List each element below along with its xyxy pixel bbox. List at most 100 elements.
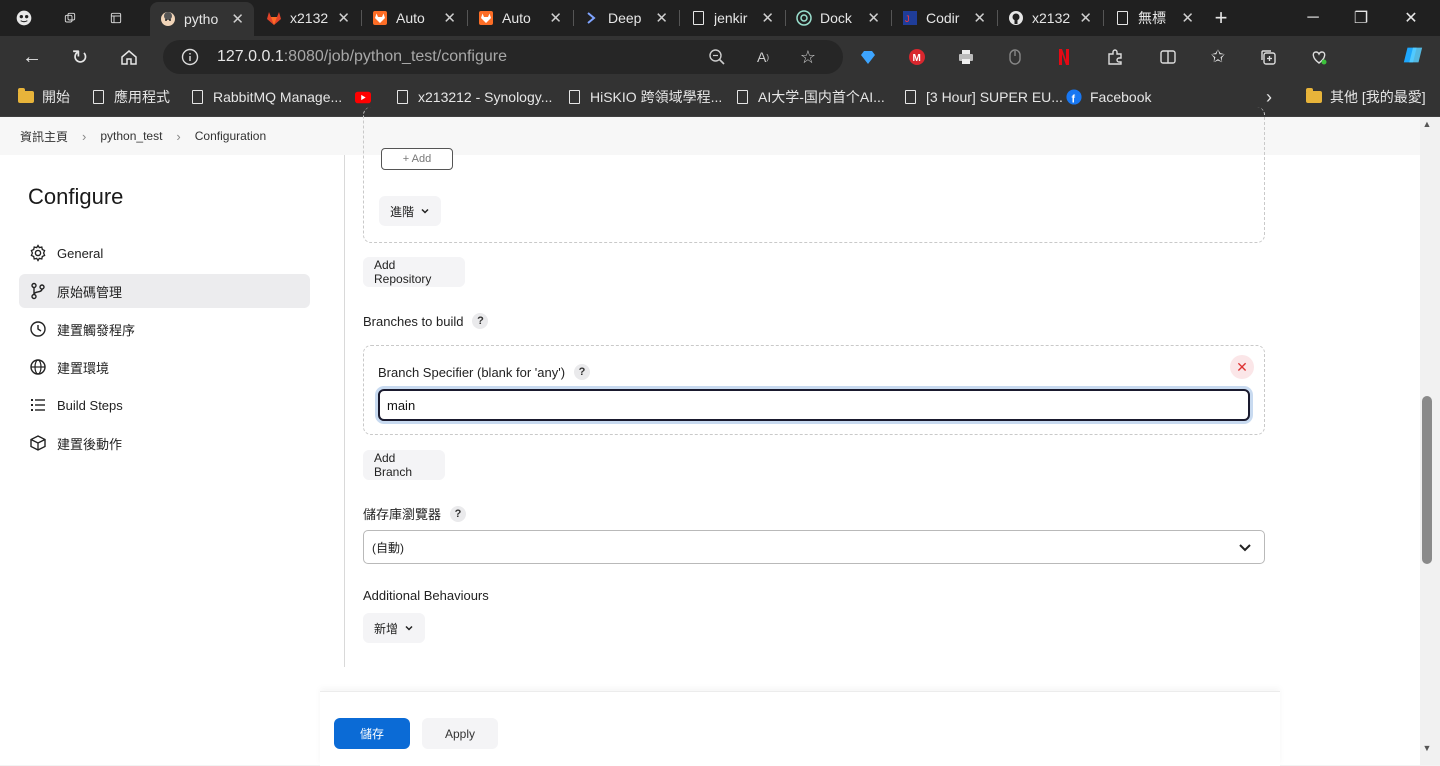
repo-browser-text: 儲存庫瀏覽器 [363, 507, 442, 522]
scroll-down-icon[interactable]: ▼ [1421, 743, 1433, 753]
bookmark-item[interactable]: RabbitMQ Manage... [189, 87, 342, 107]
apply-button[interactable]: Apply [422, 718, 498, 749]
deepl-icon [584, 10, 600, 26]
printer-extension-icon[interactable] [955, 46, 977, 68]
sidebar-item-label: 建置環境 [57, 360, 110, 376]
repo-browser-select[interactable]: (自動) [363, 530, 1265, 564]
save-button[interactable]: 儲存 [334, 718, 410, 749]
zoom-icon[interactable] [706, 46, 728, 68]
back-icon[interactable]: ← [16, 41, 48, 73]
favorite-star-icon[interactable]: ☆ [797, 46, 819, 68]
sidebar-item-source-code[interactable]: 原始碼管理 [19, 274, 310, 308]
browser-tab[interactable]: jenkir ✕ [680, 4, 784, 32]
browser-tab[interactable]: J Codir ✕ [892, 4, 996, 32]
breadcrumb-configuration[interactable]: Configuration [195, 129, 266, 143]
jenkins-page: 資訊主頁 › python_test › Configuration Confi… [0, 107, 1440, 766]
add-behaviour-button[interactable]: 新增 [363, 613, 425, 643]
help-icon[interactable]: ? [472, 313, 489, 329]
restore-icon[interactable]: ❐ [1338, 0, 1384, 36]
tab-actions-icon[interactable] [100, 4, 132, 32]
help-icon[interactable]: ? [574, 364, 591, 380]
profile-avatar-icon[interactable] [6, 4, 42, 32]
workspaces-icon[interactable] [54, 4, 86, 32]
add-repository-button[interactable]: Add Repository [363, 257, 465, 287]
close-tab-icon[interactable]: ✕ [337, 9, 350, 27]
add-branch-button[interactable]: Add Branch [363, 450, 445, 480]
sidebar-item-build-triggers[interactable]: 建置觸發程序 [19, 312, 310, 346]
browser-tab[interactable]: x2132 ✕ [998, 4, 1102, 32]
sidebar-item-post-build-actions[interactable]: 建置後動作 [19, 426, 310, 460]
extensions-puzzle-icon[interactable] [1104, 46, 1126, 68]
mouse-extension-icon[interactable] [1004, 46, 1026, 68]
bookmark-item[interactable]: HiSKIO 跨領域學程... [566, 87, 722, 107]
branch-specifier-input[interactable] [378, 389, 1250, 421]
bookmark-item[interactable]: 應用程式 [90, 87, 170, 107]
split-screen-icon[interactable] [1157, 46, 1179, 68]
browser-tab[interactable]: Deep ✕ [574, 4, 678, 32]
browser-toolbar: ← ↻ 127.0.0.1:8080/job/python_test/confi… [0, 36, 1440, 78]
browser-tab[interactable]: pytho ✕ [150, 2, 254, 36]
advanced-button[interactable]: 進階 [379, 196, 441, 226]
close-tab-icon[interactable]: ✕ [443, 9, 456, 27]
browser-tab[interactable]: x2132 ✕ [256, 4, 360, 32]
close-window-icon[interactable]: ✕ [1388, 0, 1434, 36]
close-tab-icon[interactable]: ✕ [1079, 9, 1092, 27]
browser-tab[interactable]: 無標 ✕ [1104, 4, 1204, 32]
browser-tab[interactable]: Dock ✕ [786, 4, 890, 32]
bookmark-item[interactable]: [3 Hour] SUPER EU... [902, 87, 1063, 107]
face-favicon-icon [160, 11, 176, 27]
breadcrumb-chevron-icon: › [176, 128, 181, 144]
help-icon[interactable]: ? [450, 505, 467, 522]
svg-text:J: J [905, 14, 910, 24]
reload-icon[interactable]: ↻ [64, 41, 96, 73]
sidebar-item-build-environment[interactable]: 建置環境 [19, 350, 310, 384]
browser-essentials-icon[interactable] [1308, 46, 1330, 68]
scroll-up-icon[interactable]: ▲ [1421, 119, 1433, 129]
minimize-icon[interactable]: ─ [1290, 0, 1336, 36]
read-aloud-icon[interactable]: A) [752, 46, 774, 68]
breadcrumb-job[interactable]: python_test [100, 129, 162, 143]
document-icon [690, 10, 706, 26]
copilot-icon[interactable] [1402, 44, 1424, 66]
favorites-icon[interactable]: ✩ [1207, 46, 1229, 68]
address-bar[interactable]: 127.0.0.1:8080/job/python_test/configure… [163, 40, 843, 74]
add-credentials-button[interactable]: + Add [381, 148, 453, 170]
bookmark-item[interactable]: AI大学-国内首个AI... [734, 87, 885, 107]
tab-title: Codir [926, 10, 960, 26]
more-bookmarks-chevron-icon[interactable]: › [1266, 87, 1272, 107]
home-icon[interactable] [113, 41, 145, 73]
close-tab-icon[interactable]: ✕ [867, 9, 880, 27]
page-icon [566, 89, 582, 105]
netflix-extension-icon[interactable] [1053, 46, 1075, 68]
browser-tab[interactable]: Auto ✕ [362, 4, 466, 32]
breadcrumb-dashboard[interactable]: 資訊主頁 [20, 128, 68, 145]
bookmark-item[interactable]: 開始 [18, 87, 70, 107]
chevron-down-icon [1239, 544, 1251, 552]
sidebar-item-general[interactable]: General [19, 236, 310, 270]
close-tab-icon[interactable]: ✕ [761, 9, 774, 27]
close-tab-icon[interactable]: ✕ [1181, 9, 1194, 27]
tab-title: Auto [396, 10, 425, 26]
bookmark-item[interactable]: f Facebook [1066, 87, 1151, 107]
gear-icon [29, 244, 47, 262]
bookmark-item[interactable] [355, 87, 379, 107]
close-tab-icon[interactable]: ✕ [973, 9, 986, 27]
collections-icon[interactable] [1257, 46, 1279, 68]
close-tab-icon[interactable]: ✕ [549, 9, 562, 27]
site-info-icon[interactable] [179, 46, 201, 68]
new-tab-icon[interactable]: + [1206, 4, 1236, 32]
mega-extension-icon[interactable]: M [906, 46, 928, 68]
tab-title: Dock [820, 10, 852, 26]
close-tab-icon[interactable]: ✕ [231, 10, 244, 28]
scrollbar-thumb[interactable] [1422, 396, 1432, 564]
bookmark-item[interactable]: x213212 - Synology... [394, 87, 552, 107]
github-icon [1008, 10, 1024, 26]
diamond-extension-icon[interactable] [857, 46, 879, 68]
sidebar-item-build-steps[interactable]: Build Steps [19, 388, 310, 422]
tab-title: x2132 [290, 10, 328, 26]
other-favorites[interactable]: 其他 [我的最愛] [1306, 87, 1426, 107]
browser-tab[interactable]: Auto ✕ [468, 4, 572, 32]
close-tab-icon[interactable]: ✕ [655, 9, 668, 27]
remove-branch-close-icon[interactable]: ✕ [1230, 355, 1254, 379]
tab-title: Auto [502, 10, 531, 26]
